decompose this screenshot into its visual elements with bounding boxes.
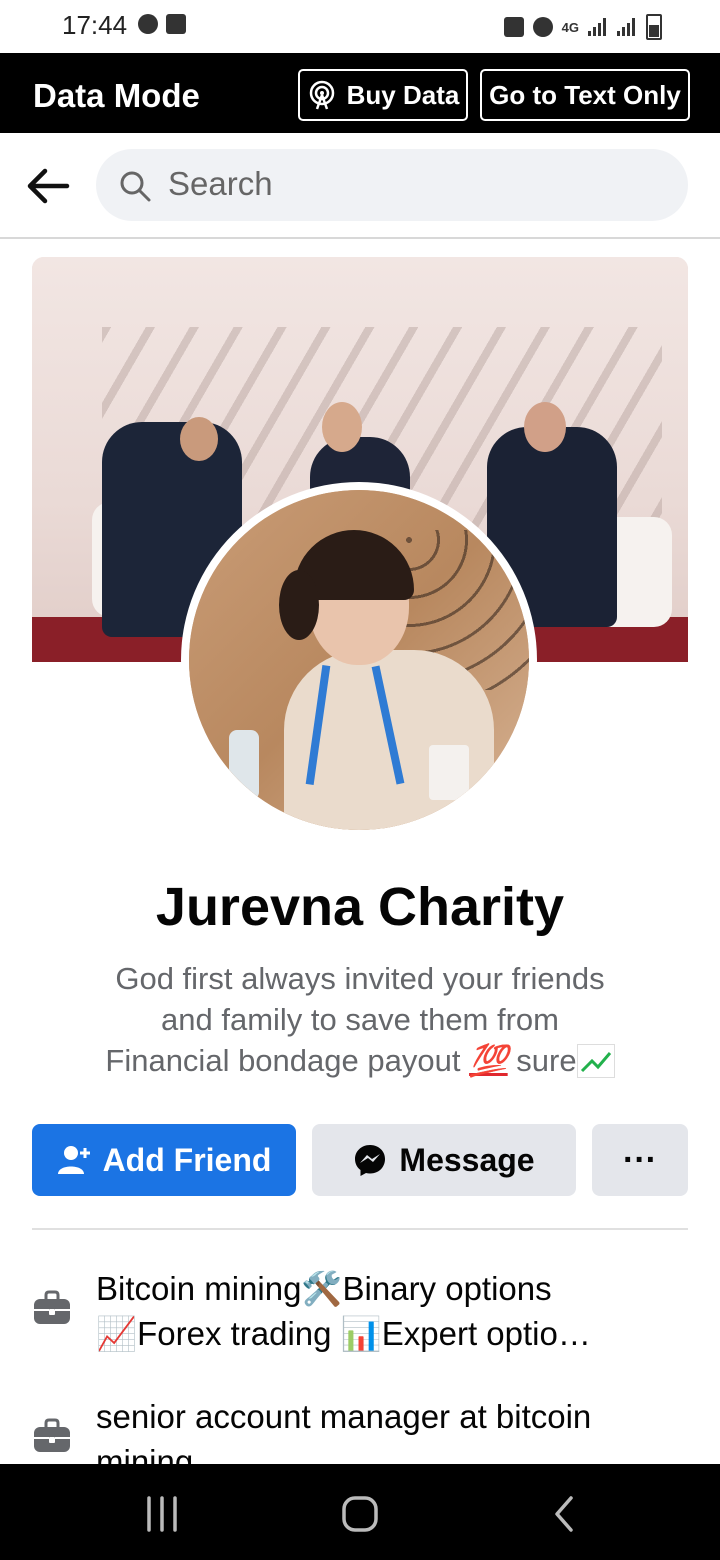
text-only-label: Go to Text Only (489, 79, 681, 110)
buy-data-button[interactable]: Buy Data (298, 69, 468, 121)
message-button[interactable]: Message (312, 1124, 576, 1196)
work-info-line: Bitcoin mining🛠️Binary options (96, 1270, 552, 1307)
4g-icon: 4G (561, 19, 579, 35)
search-input[interactable]: Search (96, 149, 688, 221)
data-mode-title: Data Mode (33, 77, 200, 114)
lock-icon (503, 17, 524, 37)
more-options-button[interactable]: ··· (592, 1124, 688, 1196)
recent-apps-icon[interactable] (142, 1494, 182, 1534)
back-icon[interactable] (544, 1494, 584, 1534)
add-friend-button[interactable]: Add Friend (32, 1124, 296, 1196)
bio-line: God first always invited your friends (115, 961, 605, 996)
add-person-icon (57, 1146, 90, 1174)
hundred-points-icon: 💯 (469, 1043, 508, 1078)
add-friend-label: Add Friend (102, 1141, 272, 1178)
system-nav-bar (0, 1464, 720, 1560)
more-label: ··· (623, 1140, 657, 1179)
buy-data-label: Buy Data (346, 79, 460, 110)
text-only-button[interactable]: Go to Text Only (480, 69, 690, 121)
briefcase-icon (34, 1418, 70, 1452)
chat-icon (166, 14, 186, 34)
message-label: Message (399, 1141, 535, 1178)
status-time: 17:44 (62, 10, 128, 40)
search-icon (120, 171, 151, 202)
antenna-icon (309, 80, 334, 110)
chart-increasing-icon (576, 1044, 615, 1078)
home-icon[interactable] (340, 1494, 380, 1534)
signal-icon (617, 18, 637, 36)
battery-icon (646, 14, 662, 40)
profile-name: Jurevna Charity (155, 877, 565, 937)
briefcase-icon (34, 1290, 70, 1324)
back-arrow-icon[interactable] (25, 163, 71, 209)
work-info-line: senior account manager at bitcoin (96, 1398, 592, 1435)
bio-line: Financial bondage payout 💯 sure (60, 1040, 660, 1081)
bio-line: and family to save them from (161, 1002, 559, 1037)
profile-avatar[interactable] (181, 482, 537, 838)
search-row: Search (0, 133, 720, 239)
signal-icon (588, 18, 608, 36)
alarm-icon (532, 17, 553, 37)
messenger-icon (355, 1145, 386, 1176)
work-info-line: 📈Forex trading 📊Expert optio… (96, 1315, 591, 1352)
status-bar: 17:44 4G (0, 0, 720, 53)
divider (32, 1228, 688, 1230)
bio-line-end: sure (507, 1043, 577, 1078)
data-mode-bar: Data Mode Buy Data Go to Text Only (0, 53, 720, 133)
messenger-icon (138, 14, 158, 34)
bio-line-text: Financial bondage payout (105, 1043, 470, 1078)
search-placeholder: Search (168, 165, 273, 202)
profile-bio: God first always invited your friends an… (60, 958, 660, 1081)
